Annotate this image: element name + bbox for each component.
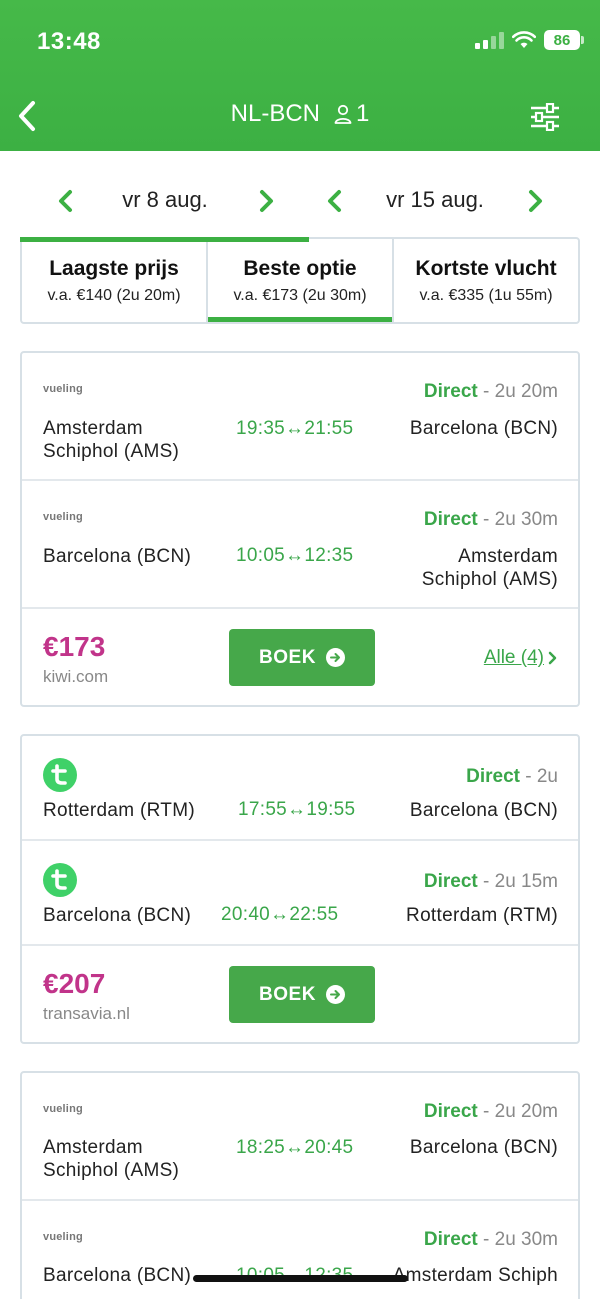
book-button-label: BOEK	[259, 646, 316, 668]
sort-tabs: Laagste prijs v.a. €140 (2u 20m) Beste o…	[20, 237, 580, 324]
status-time: 13:48	[37, 28, 101, 55]
leg-type: Direct	[423, 509, 478, 530]
leg-origin: Amsterdam Schiphol (AMS)	[43, 1137, 180, 1181]
arrow-right-circle-icon	[325, 648, 345, 667]
tab-subtitle: v.a. €335 (1u 55m)	[419, 287, 553, 304]
leg-duration: Direct - 2u 20m	[423, 1101, 558, 1122]
return-next-day-icon[interactable]	[525, 189, 545, 213]
leg-origin: Barcelona (BCN)	[43, 905, 192, 926]
chevron-right-icon	[548, 651, 557, 665]
passenger-count-label: 1	[355, 100, 370, 127]
flight-leg-return: vueling Direct - 2u 30m Barcelona (BCN) …	[22, 1201, 578, 1299]
tab-best-option[interactable]: Beste optie v.a. €173 (2u 30m)	[208, 239, 394, 322]
leg-duration-value: 2u 20m	[494, 381, 558, 402]
flight-leg-outbound: vueling Direct - 2u 20m Amsterdam Schiph…	[22, 1073, 578, 1201]
leg-type: Direct	[423, 1101, 478, 1122]
leg-duration: Direct - 2u	[466, 766, 558, 787]
leg-destination: Barcelona (BCN)	[409, 1137, 558, 1158]
leg-duration: Direct - 2u 30m	[423, 509, 558, 530]
signal-icon	[475, 31, 504, 49]
home-indicator[interactable]	[193, 1275, 408, 1282]
book-button[interactable]: BOEK	[229, 629, 375, 686]
vueling-logo-icon: vueling	[43, 383, 83, 395]
vueling-logo-icon: vueling	[43, 1231, 83, 1243]
leg-duration: Direct - 2u 30m	[423, 1229, 558, 1250]
leg-duration-value: 2u 30m	[494, 509, 558, 530]
leg-duration-value: 2u	[536, 766, 558, 787]
result-card[interactable]: vueling Direct - 2u 20m Amsterdam Schiph…	[20, 1071, 580, 1299]
price-row: €207 transavia.nl BOEK	[22, 946, 578, 1042]
tab-title: Beste optie	[243, 257, 357, 280]
tab-progress-bar	[20, 237, 309, 242]
all-offers-link[interactable]: Alle (4)	[484, 647, 558, 669]
price: €173	[43, 631, 106, 662]
leg-duration: Direct - 2u 15m	[423, 871, 558, 892]
leg-duration: Direct - 2u 20m	[423, 381, 558, 402]
outbound-next-day-icon[interactable]	[256, 189, 276, 213]
price-row: €173 kiwi.com BOEK Alle (4)	[22, 609, 578, 705]
leg-destination: Barcelona (BCN)	[409, 418, 558, 439]
leg-duration-value: 2u 30m	[494, 1229, 558, 1250]
battery-indicator: 86	[544, 30, 584, 50]
vueling-logo-icon: vueling	[43, 511, 83, 523]
result-card[interactable]: vueling Direct - 2u 20m Amsterdam Schiph…	[20, 351, 580, 707]
person-icon	[334, 104, 352, 124]
price: €207	[43, 968, 106, 999]
wifi-icon	[512, 31, 536, 48]
date-selector: vr 8 aug. vr 15 aug.	[0, 181, 600, 221]
vendor-name: kiwi.com	[43, 667, 109, 686]
leg-origin: Barcelona (BCN)	[43, 546, 192, 567]
flight-leg-outbound: Direct - 2u Rotterdam (RTM) 17:55↔19:55 …	[22, 736, 578, 841]
leg-destination: Amsterdam Schiphol (AMS)	[421, 546, 558, 590]
filter-icon[interactable]	[530, 103, 560, 131]
leg-times: 19:35↔21:55	[236, 418, 354, 439]
tab-subtitle: v.a. €140 (2u 20m)	[47, 287, 181, 304]
leg-duration-value: 2u 15m	[494, 871, 558, 892]
leg-type: Direct	[423, 1229, 478, 1250]
leg-type: Direct	[423, 381, 478, 402]
tab-lowest-price[interactable]: Laagste prijs v.a. €140 (2u 20m)	[22, 239, 208, 322]
tab-title: Kortste vlucht	[415, 257, 557, 280]
leg-origin: Barcelona (BCN)	[43, 1265, 192, 1286]
tab-subtitle: v.a. €173 (2u 30m)	[233, 287, 367, 304]
leg-origin: Amsterdam Schiphol (AMS)	[43, 418, 180, 462]
leg-type: Direct	[423, 871, 478, 892]
leg-duration-value: 2u 20m	[494, 1101, 558, 1122]
book-button[interactable]: BOEK	[229, 966, 375, 1023]
transavia-logo-icon	[43, 863, 77, 897]
tab-shortest-flight[interactable]: Kortste vlucht v.a. €335 (1u 55m)	[394, 239, 578, 322]
leg-destination: Amsterdam Schiph	[392, 1265, 558, 1286]
tab-title: Laagste prijs	[49, 257, 179, 280]
leg-times: 20:40↔22:55	[221, 904, 339, 925]
app-header: 13:48 86 NL-BCN 1	[0, 0, 600, 151]
passenger-count[interactable]: 1	[334, 100, 369, 128]
flight-leg-outbound: vueling Direct - 2u 20m Amsterdam Schiph…	[22, 353, 578, 481]
leg-times: 17:55↔19:55	[238, 799, 356, 820]
book-button-label: BOEK	[259, 983, 316, 1005]
result-card[interactable]: Direct - 2u Rotterdam (RTM) 17:55↔19:55 …	[20, 734, 580, 1044]
route-label: NL-BCN	[230, 100, 320, 127]
transavia-logo-icon	[43, 758, 77, 792]
flight-leg-return: vueling Direct - 2u 30m Barcelona (BCN) …	[22, 481, 578, 609]
leg-type: Direct	[466, 766, 520, 787]
leg-times: 10:05↔12:35	[236, 545, 354, 566]
vueling-logo-icon: vueling	[43, 1103, 83, 1115]
nav-title: NL-BCN 1	[0, 100, 600, 128]
vendor-name: transavia.nl	[43, 1004, 130, 1023]
all-offers-label: Alle (4)	[483, 647, 544, 668]
status-icons: 86	[475, 30, 584, 50]
leg-destination: Barcelona (BCN)	[409, 800, 558, 821]
flight-leg-return: Direct - 2u 15m Barcelona (BCN) 20:40↔22…	[22, 841, 578, 946]
leg-destination: Rotterdam (RTM)	[406, 905, 558, 926]
leg-times: 18:25↔20:45	[236, 1137, 354, 1158]
leg-origin: Rotterdam (RTM)	[43, 800, 195, 821]
outbound-date[interactable]: vr 8 aug.	[90, 187, 240, 213]
return-prev-day-icon[interactable]	[325, 189, 345, 213]
outbound-prev-day-icon[interactable]	[56, 189, 76, 213]
return-date[interactable]: vr 15 aug.	[360, 187, 510, 213]
arrow-right-circle-icon	[325, 985, 345, 1004]
